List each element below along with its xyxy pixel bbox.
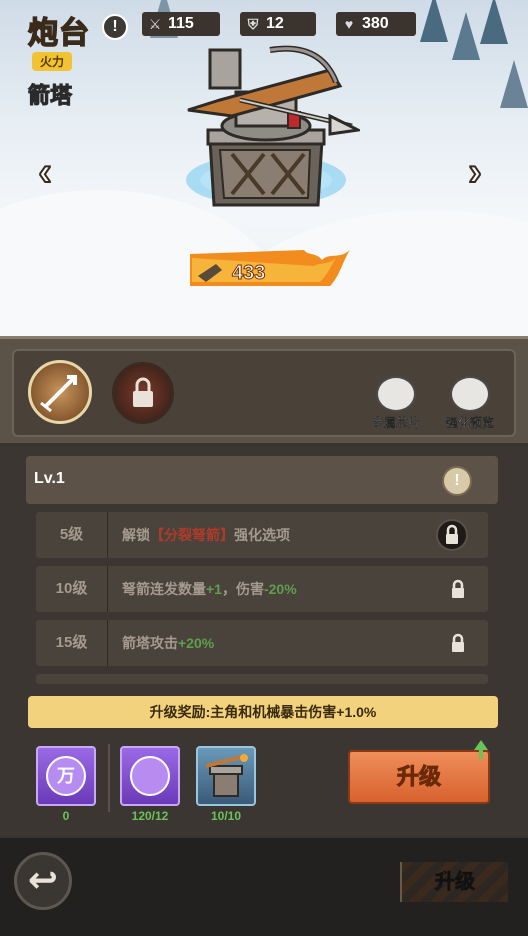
divider: [108, 744, 110, 812]
sword-icon: ⚔: [148, 16, 162, 32]
enhance-preview-button[interactable]: 强化预览: [440, 376, 500, 431]
eye-icon: [450, 376, 490, 412]
armor-stat: ⛨ 12: [240, 12, 316, 36]
tower-card-icon: [205, 754, 248, 797]
wan-coin-icon: 万: [46, 756, 86, 796]
resource-crystal-count: 120/12: [131, 809, 169, 823]
skill-slot-locked[interactable]: [112, 362, 174, 424]
level-label: Lv.1: [34, 470, 65, 487]
category-tag: 火力: [32, 52, 73, 71]
lock-icon: [436, 519, 468, 551]
footer-upgrade-tab[interactable]: 升级: [400, 862, 508, 902]
upgrade-row-5: 5级 解锁【分裂弩箭】强化选项: [36, 512, 488, 558]
chip-icon: [376, 376, 416, 412]
resource-crystal[interactable]: [120, 746, 180, 806]
lock-icon: [133, 377, 153, 407]
upgrade-reward-banner: 升级奖励:主角和机械暴击伤害+1.0%: [28, 696, 498, 728]
tower-name: 箭塔: [27, 83, 73, 109]
resource-coin[interactable]: 万: [36, 746, 96, 806]
page-title: 炮台: [27, 16, 90, 51]
lock-icon: [452, 579, 464, 598]
arrow-skill-icon: [40, 375, 77, 413]
info-icon[interactable]: !: [102, 14, 128, 40]
upgrade-row-10: 10级 弩箭连发数量+1，伤害-20%: [36, 566, 488, 612]
crossbow-tower-image: [186, 45, 360, 207]
upgrade-button[interactable]: 升级: [348, 750, 490, 804]
hp-stat: ♥ 380: [336, 12, 416, 36]
prev-arrow-icon[interactable]: ‹: [30, 151, 60, 193]
attack-stat: ⚔ 115: [142, 12, 220, 36]
stats-bar: [26, 456, 498, 504]
crystal-icon: [130, 756, 170, 796]
resource-coin-count: 0: [62, 809, 70, 823]
power-value: 433: [231, 262, 266, 285]
resource-tower-card[interactable]: [196, 746, 256, 806]
skill-slot-arrow[interactable]: [28, 360, 92, 424]
resource-tower-card-count: 10/10: [210, 809, 242, 823]
lock-icon: [452, 633, 464, 652]
upgrade-row-15: 15级 箭塔攻击+20%: [36, 620, 488, 666]
next-arrow-icon[interactable]: ›: [460, 151, 490, 193]
back-arrow-icon[interactable]: ↩: [14, 852, 72, 910]
heart-icon: ♥: [344, 16, 354, 32]
upgrade-row-partial: [36, 674, 488, 684]
exclusive-chips-button[interactable]: 专属芯片: [366, 376, 426, 431]
shield-icon: ⛨: [247, 16, 259, 32]
stats-info-icon[interactable]: !: [442, 466, 472, 496]
